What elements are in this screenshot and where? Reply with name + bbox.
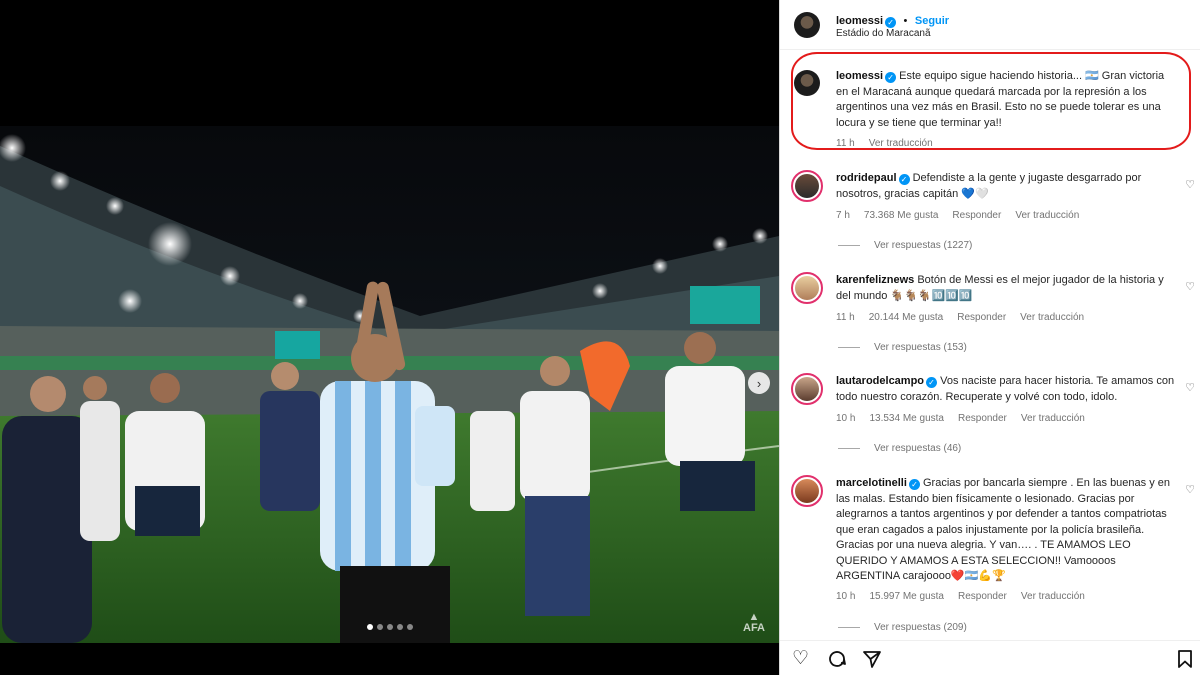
comment-text: Gracias por bancarla siempre . En las bu… (836, 477, 1171, 582)
verified-icon: ✓ (908, 479, 920, 490)
replies-line (838, 347, 860, 348)
separator: • (903, 15, 908, 27)
verified-icon: ✓ (885, 17, 897, 28)
avatar[interactable] (791, 170, 823, 202)
comment-meta: 10 h 15.997 Me gusta Responder Ver tradu… (836, 591, 1085, 602)
bookmark-icon[interactable] (1177, 649, 1193, 673)
comment-like-heart-icon[interactable]: ♡ (1185, 178, 1195, 191)
comment-time: 7 h (836, 210, 850, 221)
location-link[interactable]: Estádio do Maracanã (836, 28, 931, 39)
red-highlight-annotation (791, 52, 1191, 150)
reply-button[interactable]: Responder (957, 312, 1006, 323)
comment-text-block: lautarodelcampo ✓ Vos naciste para hacer … (836, 374, 1176, 405)
comment-icon[interactable] (827, 649, 847, 673)
reply-button[interactable]: Responder (958, 413, 1007, 424)
replies-line (838, 627, 860, 628)
comment-username[interactable]: lautarodelcampo (836, 375, 924, 387)
comment-text-block: marcelotinelli ✓ Gracias por bancarla sie… (836, 476, 1176, 585)
verified-icon: ✓ (926, 377, 938, 388)
translate-link[interactable]: Ver traducción (1021, 591, 1085, 602)
comment-text-block: rodridepaul ✓ Defendiste a la gente y jug… (836, 171, 1176, 202)
replies-line (838, 448, 860, 449)
translate-link[interactable]: Ver traducción (1015, 210, 1079, 221)
post-header: leomessi ✓ • Seguir Estádio do Maracanã (780, 0, 1200, 50)
comment-meta: 7 h 73.368 Me gusta Responder Ver traduc… (836, 210, 1079, 221)
carousel-dot (376, 624, 383, 630)
follow-button[interactable]: Seguir (915, 15, 949, 27)
post-photo[interactable] (0, 126, 779, 643)
carousel-dot (396, 624, 403, 630)
comment-text-block: karenfeliznews Botón de Messi es el mejo… (836, 273, 1176, 304)
post-side-panel: leomessi ✓ • Seguir Estádio do Maracanã l… (779, 0, 1200, 675)
comment-time: 10 h (836, 591, 856, 602)
comment-meta: 11 h 20.144 Me gusta Responder Ver tradu… (836, 312, 1084, 323)
comment-likes[interactable]: 73.368 Me gusta (864, 210, 939, 221)
replies-line (838, 245, 860, 246)
view-replies[interactable]: Ver respuestas (153) (838, 342, 967, 353)
send-icon[interactable] (862, 649, 882, 673)
carousel-dot (386, 624, 393, 630)
carousel-dot (366, 624, 373, 630)
carousel-dots (0, 624, 779, 630)
view-replies[interactable]: Ver respuestas (209) (838, 622, 967, 633)
view-replies-label[interactable]: Ver respuestas (153) (874, 342, 967, 353)
comment-likes[interactable]: 15.997 Me gusta (869, 591, 944, 602)
afa-logo: ▲ AFA (743, 611, 765, 634)
view-replies-label[interactable]: Ver respuestas (209) (874, 622, 967, 633)
view-replies-label[interactable]: Ver respuestas (1227) (874, 240, 972, 251)
reply-button[interactable]: Responder (952, 210, 1001, 221)
view-replies[interactable]: Ver respuestas (46) (838, 443, 961, 454)
avatar[interactable] (794, 12, 820, 38)
avatar[interactable] (791, 373, 823, 405)
heart-icon[interactable]: ♡ (792, 649, 809, 668)
stadium-photo (0, 126, 779, 643)
comment-meta: 10 h 13.534 Me gusta Responder Ver tradu… (836, 413, 1085, 424)
comment-like-heart-icon[interactable]: ♡ (1185, 280, 1195, 293)
header-username[interactable]: leomessi (836, 15, 883, 27)
avatar[interactable] (791, 475, 823, 507)
comment-username[interactable]: karenfeliznews (836, 274, 914, 286)
post-media: › ▲ AFA (0, 0, 779, 675)
comment-time: 10 h (836, 413, 856, 424)
comment-time: 11 h (836, 312, 855, 323)
carousel-dot (406, 624, 413, 630)
view-replies[interactable]: Ver respuestas (1227) (838, 240, 972, 251)
comment-username[interactable]: rodridepaul (836, 172, 897, 184)
verified-icon: ✓ (898, 174, 910, 185)
view-replies-label[interactable]: Ver respuestas (46) (874, 443, 961, 454)
avatar[interactable] (791, 272, 823, 304)
reply-button[interactable]: Responder (958, 591, 1007, 602)
comment-username[interactable]: marcelotinelli (836, 477, 907, 489)
comment-likes[interactable]: 13.534 Me gusta (869, 413, 944, 424)
translate-link[interactable]: Ver traducción (1020, 312, 1084, 323)
comment-like-heart-icon[interactable]: ♡ (1185, 381, 1195, 394)
comment-likes[interactable]: 20.144 Me gusta (869, 312, 944, 323)
next-photo-button[interactable]: › (748, 372, 770, 394)
translate-link[interactable]: Ver traducción (1021, 413, 1085, 424)
post-actions-bar: ♡ (780, 640, 1200, 675)
chevron-right-icon: › (756, 375, 762, 391)
comment-like-heart-icon[interactable]: ♡ (1185, 483, 1195, 496)
